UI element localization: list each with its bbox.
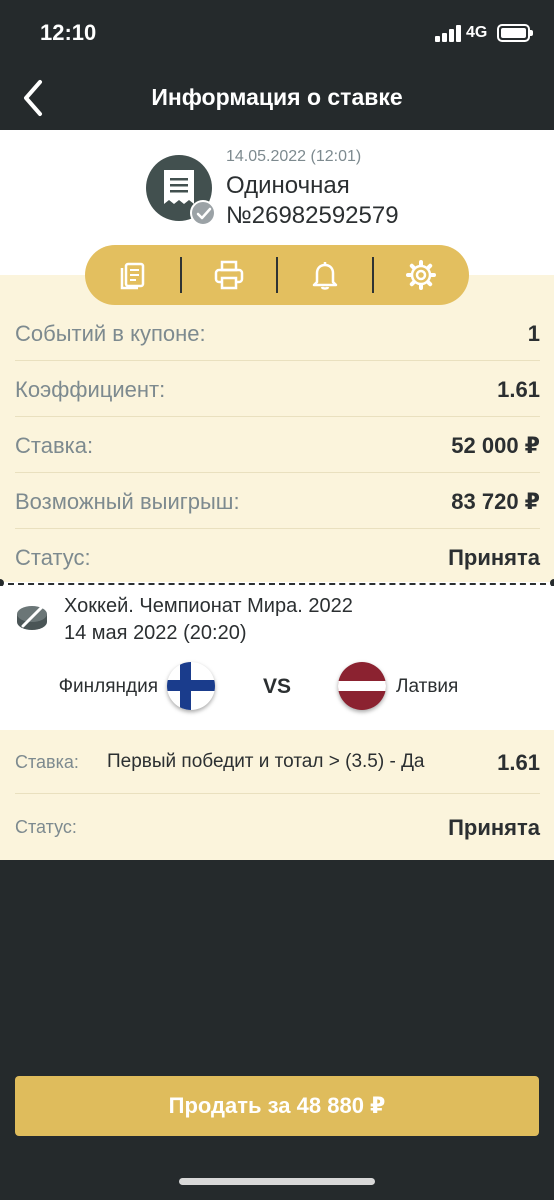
event-title: Хоккей. Чемпионат Мира. 2022 <box>64 595 353 617</box>
gear-icon <box>406 260 436 290</box>
bet-number: №26982592579 <box>226 202 399 229</box>
info-row-stake: Ставка: 52 000 ₽ <box>15 417 540 473</box>
status-label: Статус: <box>15 817 77 837</box>
network-type: 4G <box>466 24 488 41</box>
info-label: Коэффициент: <box>15 377 166 402</box>
stake-description: Первый победит и тотал > (3.5) - Да <box>107 751 425 772</box>
info-value: 1 <box>527 321 540 346</box>
bet-date: 14.05.2022 (12:01) <box>226 148 362 165</box>
bet-details: Ставка: Первый победит и тотал > (3.5) -… <box>0 730 554 860</box>
team-away-name: Латвия <box>396 676 459 697</box>
signal-icon <box>435 25 461 42</box>
bet-info: Событий в купоне: 1 Коэффициент: 1.61 Ст… <box>0 275 554 582</box>
check-icon <box>190 200 216 226</box>
hockey-puck-icon <box>17 604 47 630</box>
status-time: 12:10 <box>40 20 97 45</box>
printer-icon <box>214 260 244 290</box>
copy-document-button[interactable] <box>85 245 181 305</box>
info-value: 83 720 ₽ <box>451 489 540 514</box>
settings-button[interactable] <box>373 245 469 305</box>
info-row-events: Событий в купоне: 1 <box>15 305 540 361</box>
info-row-possible-win: Возможный выигрыш: 83 720 ₽ <box>15 473 540 529</box>
page-title: Информация о ставке <box>151 84 403 110</box>
info-value: Принята <box>448 545 540 570</box>
print-button[interactable] <box>181 245 277 305</box>
event-card: Хоккей. Чемпионат Мира. 2022 14 мая 2022… <box>0 586 554 730</box>
document-icon <box>120 262 145 290</box>
latvia-flag-icon <box>338 662 386 710</box>
bet-type: Одиночная <box>226 172 350 199</box>
info-row-status: Статус: Принята <box>15 529 540 585</box>
info-label: Событий в купоне: <box>15 321 206 346</box>
status-bar: 12:10 4G <box>0 0 554 64</box>
sell-button[interactable]: Продать за 48 880 ₽ <box>15 1076 539 1136</box>
notifications-button[interactable] <box>277 245 373 305</box>
battery-icon <box>497 24 533 42</box>
action-bar <box>85 245 469 305</box>
event-date: 14 мая 2022 (20:20) <box>64 622 247 644</box>
versus-label: VS <box>262 675 291 698</box>
info-value: 1.61 <box>497 377 540 402</box>
bet-stake-row: Ставка: Первый победит и тотал > (3.5) -… <box>15 730 540 794</box>
home-indicator[interactable] <box>179 1178 375 1185</box>
stake-label: Ставка: <box>15 752 79 772</box>
nav-bar: Информация о ставке <box>0 64 554 130</box>
info-label: Ставка: <box>15 433 94 458</box>
status-value: Принята <box>448 815 540 840</box>
info-label: Статус: <box>15 545 91 570</box>
info-value: 52 000 ₽ <box>451 433 540 458</box>
info-label: Возможный выигрыш: <box>15 489 240 514</box>
bell-icon <box>312 262 338 290</box>
stake-odds: 1.61 <box>497 750 540 775</box>
bet-status-row: Статус: Принята <box>15 794 540 858</box>
info-row-coefficient: Коэффициент: 1.61 <box>15 361 540 417</box>
